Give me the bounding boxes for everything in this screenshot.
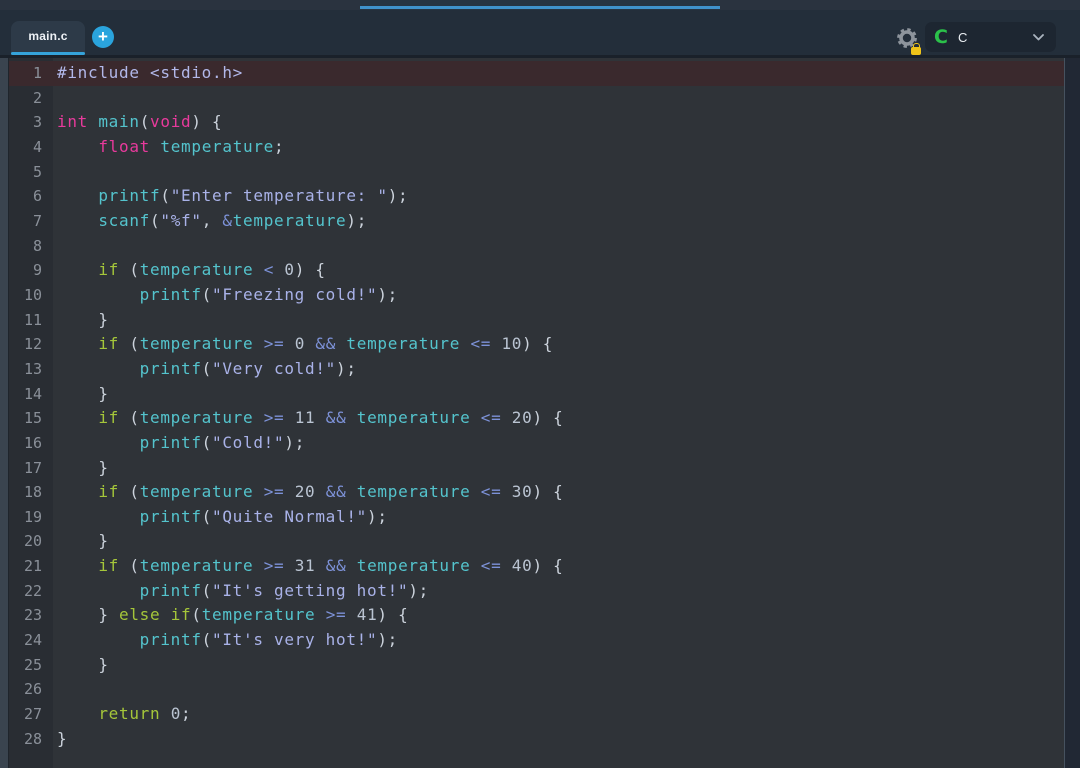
code-line[interactable] [53, 160, 1064, 185]
top-strip [0, 0, 1080, 10]
add-tab-button[interactable]: + [92, 26, 114, 48]
code-line[interactable]: } [53, 308, 1064, 333]
progress-segment [360, 0, 720, 10]
code-line[interactable]: } [53, 653, 1064, 678]
code-line[interactable]: if (temperature >= 20 && temperature <= … [53, 480, 1064, 505]
code-line[interactable]: float temperature; [53, 135, 1064, 160]
tab-main-c[interactable]: main.c [11, 21, 85, 55]
code-line[interactable]: printf("It's very hot!"); [53, 628, 1064, 653]
code-line[interactable]: return 0; [53, 702, 1064, 727]
code-line[interactable]: if (temperature >= 11 && temperature <= … [53, 406, 1064, 431]
code-line[interactable]: printf("Freezing cold!"); [53, 283, 1064, 308]
line-number: 4 [9, 135, 53, 160]
code-line[interactable]: int main(void) { [53, 110, 1064, 135]
line-number: 16 [9, 431, 53, 456]
code-area[interactable]: #include <stdio.h> int main(void) { floa… [53, 58, 1064, 768]
chevron-down-icon [1033, 34, 1044, 41]
active-tab-indicator [11, 52, 85, 55]
code-line[interactable]: scanf("%f", &temperature); [53, 209, 1064, 234]
line-number: 1 [9, 61, 53, 86]
language-dropdown[interactable]: C C [925, 22, 1056, 52]
lock-icon [911, 47, 921, 55]
line-number: 27 [9, 702, 53, 727]
code-line[interactable]: if (temperature < 0) { [53, 258, 1064, 283]
code-line[interactable] [53, 677, 1064, 702]
code-line[interactable]: printf("Enter temperature: "); [53, 184, 1064, 209]
code-line[interactable]: if (temperature >= 31 && temperature <= … [53, 554, 1064, 579]
line-number: 3 [9, 110, 53, 135]
code-line[interactable]: printf("Quite Normal!"); [53, 505, 1064, 530]
line-number: 26 [9, 677, 53, 702]
line-number: 12 [9, 332, 53, 357]
line-number: 17 [9, 456, 53, 481]
line-number: 21 [9, 554, 53, 579]
line-number: 5 [9, 160, 53, 185]
line-number: 11 [9, 308, 53, 333]
code-line[interactable]: #include <stdio.h> [53, 61, 1064, 86]
tab-bar: main.c + C C [0, 10, 1080, 58]
code-line[interactable]: printf("It's getting hot!"); [53, 579, 1064, 604]
code-line[interactable] [53, 86, 1064, 111]
code-line[interactable]: } [53, 529, 1064, 554]
c-language-logo-icon: C [934, 28, 948, 47]
code-editor: 1234567891011121314151617181920212223242… [0, 58, 1080, 768]
code-line[interactable]: } [53, 727, 1064, 752]
line-number: 13 [9, 357, 53, 382]
language-selected-label: C [958, 30, 967, 45]
tab-label: main.c [11, 29, 85, 43]
code-line[interactable]: printf("Very cold!"); [53, 357, 1064, 382]
line-number: 7 [9, 209, 53, 234]
line-number: 15 [9, 406, 53, 431]
code-line[interactable]: printf("Cold!"); [53, 431, 1064, 456]
line-number: 8 [9, 234, 53, 259]
code-line[interactable]: } else if(temperature >= 41) { [53, 603, 1064, 628]
line-number: 18 [9, 480, 53, 505]
line-number: 19 [9, 505, 53, 530]
code-line[interactable]: } [53, 456, 1064, 481]
line-number: 10 [9, 283, 53, 308]
line-number: 9 [9, 258, 53, 283]
line-number: 6 [9, 184, 53, 209]
line-number: 20 [9, 529, 53, 554]
line-number: 28 [9, 727, 53, 752]
code-line[interactable] [53, 234, 1064, 259]
gutter: 1234567891011121314151617181920212223242… [9, 58, 53, 768]
line-number: 22 [9, 579, 53, 604]
line-number: 2 [9, 86, 53, 111]
line-number: 23 [9, 603, 53, 628]
progress-line [360, 6, 720, 9]
line-number: 25 [9, 653, 53, 678]
code-line[interactable]: if (temperature >= 0 && temperature <= 1… [53, 332, 1064, 357]
code-line[interactable]: } [53, 382, 1064, 407]
line-number: 14 [9, 382, 53, 407]
right-edge-strip [1064, 58, 1080, 768]
left-edge-strip [0, 58, 9, 768]
line-number: 24 [9, 628, 53, 653]
